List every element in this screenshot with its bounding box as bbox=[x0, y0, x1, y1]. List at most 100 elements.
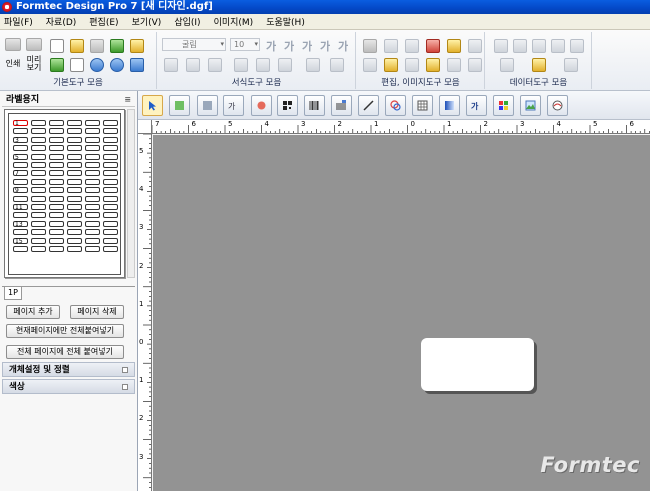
qr-code-button[interactable] bbox=[277, 95, 298, 116]
label-object[interactable] bbox=[421, 338, 534, 391]
label-cell[interactable] bbox=[49, 153, 64, 160]
barcode-button[interactable] bbox=[304, 95, 325, 116]
save-icon[interactable] bbox=[90, 39, 104, 53]
flip-icon[interactable] bbox=[447, 58, 461, 72]
label-cell[interactable] bbox=[67, 178, 82, 185]
valign-top-icon[interactable] bbox=[234, 58, 248, 72]
strike-icon[interactable]: 가 bbox=[320, 38, 330, 54]
label-cell[interactable] bbox=[49, 162, 64, 168]
prev-record-icon[interactable] bbox=[513, 39, 527, 53]
effect-icon[interactable] bbox=[468, 58, 482, 72]
label-cell[interactable] bbox=[85, 128, 100, 135]
label-cell[interactable] bbox=[103, 237, 118, 244]
label-cell[interactable] bbox=[67, 136, 82, 143]
select-tool-button[interactable] bbox=[142, 95, 163, 116]
label-cell[interactable] bbox=[13, 178, 28, 185]
label-cell[interactable] bbox=[67, 187, 82, 194]
label-cell[interactable] bbox=[67, 145, 82, 152]
label-cell[interactable] bbox=[85, 246, 100, 252]
label-cell[interactable] bbox=[49, 170, 64, 177]
label-cell[interactable] bbox=[85, 237, 100, 244]
label-cell[interactable] bbox=[13, 212, 28, 219]
cut-icon[interactable] bbox=[426, 39, 440, 53]
underline-icon[interactable]: 가 bbox=[302, 38, 312, 54]
label-cell[interactable] bbox=[31, 145, 46, 152]
label-cell[interactable] bbox=[31, 220, 46, 227]
import-icon[interactable] bbox=[50, 58, 64, 72]
bold-icon[interactable]: 가 bbox=[266, 38, 276, 54]
delete-page-button[interactable]: 페이지 삭제 bbox=[70, 305, 124, 319]
label-cell[interactable] bbox=[67, 204, 82, 210]
label-cell[interactable] bbox=[103, 145, 118, 152]
wordart-button[interactable]: 가 bbox=[466, 95, 487, 116]
clipart-button[interactable] bbox=[547, 95, 568, 116]
picture-button[interactable] bbox=[520, 95, 541, 116]
menu-view[interactable]: 보기(V) bbox=[132, 15, 162, 28]
label-cell[interactable] bbox=[31, 136, 46, 143]
label-cell[interactable] bbox=[85, 153, 100, 160]
label-cell[interactable] bbox=[67, 162, 82, 168]
image-icon[interactable] bbox=[384, 58, 398, 72]
paste-icon[interactable] bbox=[447, 39, 461, 53]
align-left-icon[interactable] bbox=[164, 58, 178, 72]
copy-icon[interactable] bbox=[405, 39, 419, 53]
label-cell[interactable] bbox=[67, 120, 82, 126]
vertical-text-button[interactable]: 가 bbox=[223, 95, 244, 116]
size-combo[interactable]: 10 ▾ bbox=[230, 38, 260, 51]
zoom-fit-icon[interactable] bbox=[130, 58, 144, 72]
text-tool-button[interactable] bbox=[197, 95, 218, 116]
label-cell[interactable] bbox=[103, 120, 118, 126]
print-label[interactable]: 인쇄 bbox=[3, 60, 23, 68]
label-cell[interactable] bbox=[103, 178, 118, 185]
label-cell[interactable] bbox=[49, 246, 64, 252]
data-settings-icon[interactable] bbox=[532, 58, 546, 72]
diagonal-line-button[interactable] bbox=[358, 95, 379, 116]
label-cell[interactable] bbox=[85, 187, 100, 194]
align-right-icon[interactable] bbox=[208, 58, 222, 72]
label-cell[interactable] bbox=[13, 162, 28, 168]
table-button[interactable] bbox=[412, 95, 433, 116]
label-cell[interactable] bbox=[49, 237, 64, 244]
color-barcode-button[interactable] bbox=[493, 95, 514, 116]
new-file-icon[interactable] bbox=[50, 39, 64, 53]
data-edit-icon[interactable] bbox=[500, 58, 514, 72]
label-cell[interactable] bbox=[49, 128, 64, 135]
label-cell[interactable] bbox=[31, 128, 46, 135]
label-cell[interactable] bbox=[67, 212, 82, 219]
label-cell[interactable] bbox=[67, 128, 82, 135]
label-cell[interactable] bbox=[85, 145, 100, 152]
label-cell[interactable] bbox=[103, 153, 118, 160]
label-cell[interactable] bbox=[31, 162, 46, 168]
rotate-icon[interactable] bbox=[405, 58, 419, 72]
label-cell[interactable] bbox=[13, 145, 28, 152]
label-cell[interactable] bbox=[103, 195, 118, 202]
label-cell[interactable] bbox=[103, 136, 118, 143]
crop-icon[interactable] bbox=[426, 58, 440, 72]
label-cell[interactable] bbox=[67, 195, 82, 202]
label-cell[interactable] bbox=[103, 170, 118, 177]
label-cell[interactable] bbox=[31, 195, 46, 202]
label-cell[interactable] bbox=[49, 136, 64, 143]
blank-page-icon[interactable] bbox=[70, 58, 84, 72]
next-record-icon[interactable] bbox=[551, 39, 565, 53]
label-cell[interactable] bbox=[67, 170, 82, 177]
label-cell[interactable] bbox=[13, 128, 28, 135]
design-canvas[interactable]: Formtec bbox=[153, 135, 650, 491]
find-record-icon[interactable] bbox=[532, 39, 546, 53]
menu-help[interactable]: 도움말(H) bbox=[266, 15, 305, 28]
open-file-icon[interactable] bbox=[70, 39, 84, 53]
label-cell[interactable] bbox=[49, 204, 64, 210]
menu-data[interactable]: 자료(D) bbox=[46, 15, 77, 28]
label-cell[interactable] bbox=[85, 212, 100, 219]
label-cell[interactable] bbox=[13, 195, 28, 202]
label-cell[interactable] bbox=[85, 170, 100, 177]
menu-edit[interactable]: 편집(E) bbox=[89, 15, 118, 28]
sheet-scrollbar[interactable] bbox=[127, 109, 135, 278]
label-cell[interactable] bbox=[31, 229, 46, 236]
label-cell[interactable] bbox=[103, 229, 118, 236]
object-align-section[interactable]: 개체설정 및 정렬 bbox=[2, 362, 135, 377]
delete-icon[interactable] bbox=[468, 39, 482, 53]
label-cell[interactable] bbox=[49, 120, 64, 126]
select-all-icon[interactable] bbox=[363, 39, 377, 53]
label-cell[interactable] bbox=[103, 220, 118, 227]
